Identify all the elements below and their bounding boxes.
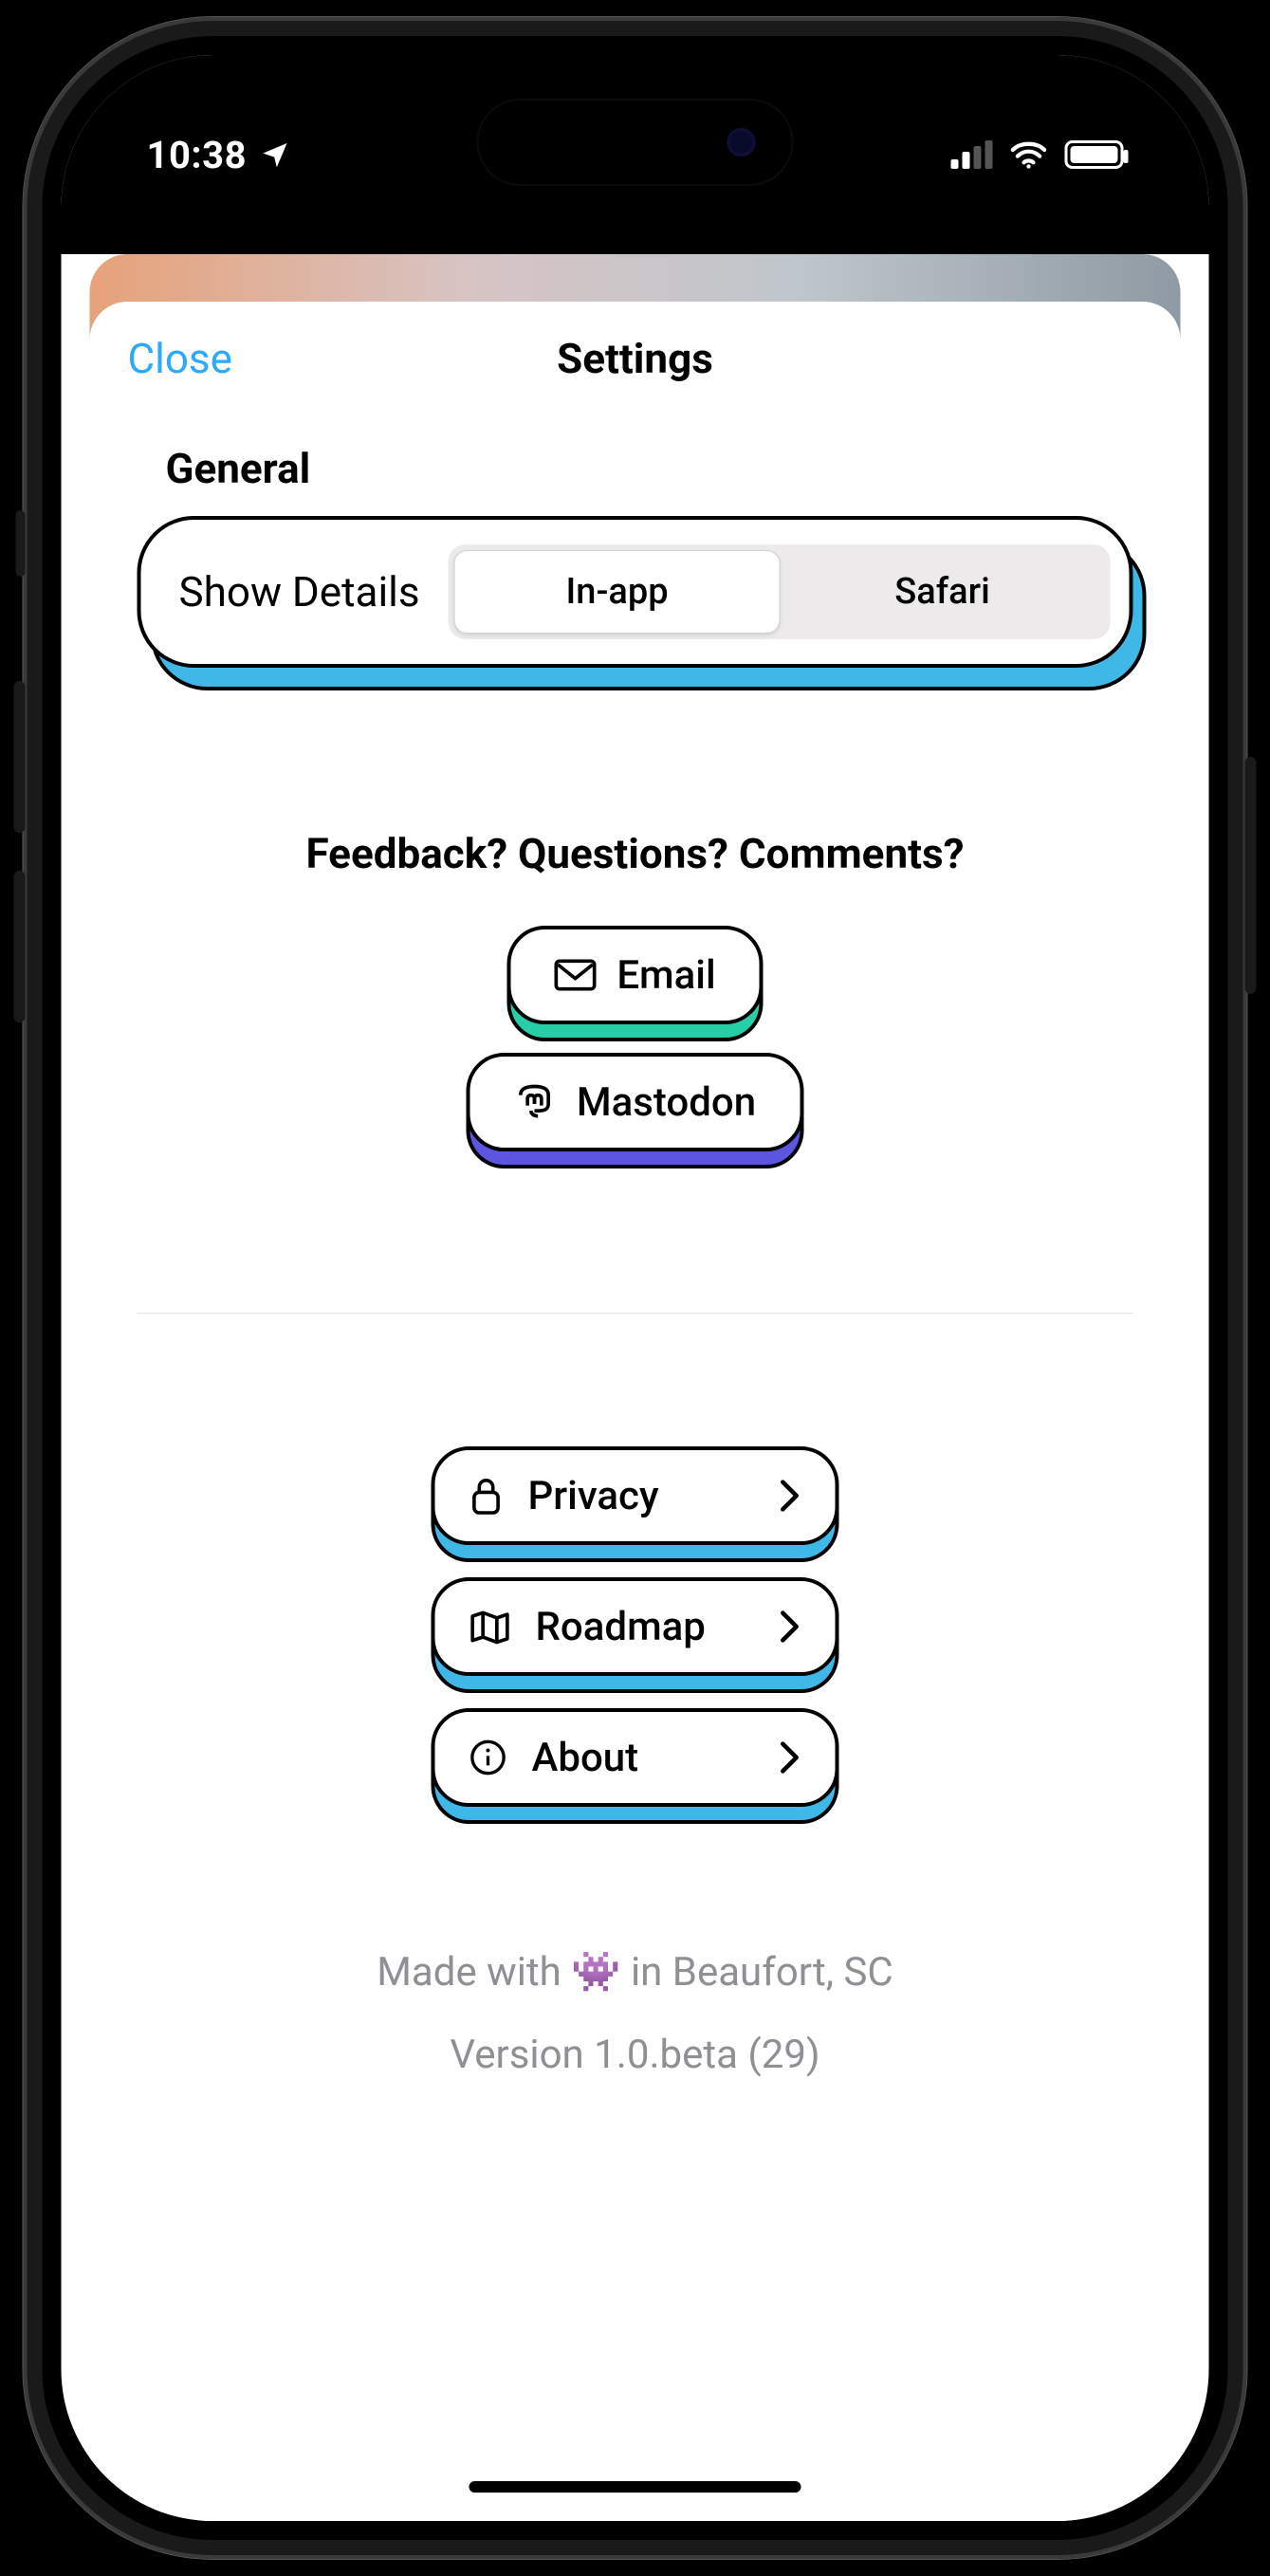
show-details-label: Show Details (179, 567, 420, 616)
chevron-right-icon (779, 1479, 801, 1513)
dynamic-island (479, 101, 792, 184)
info-icon (469, 1739, 507, 1776)
close-button[interactable]: Close (128, 334, 232, 383)
home-indicator[interactable] (469, 2481, 801, 2493)
section-general-heading: General (166, 444, 1181, 493)
roadmap-button[interactable]: Roadmap (432, 1577, 839, 1676)
front-camera (727, 128, 756, 156)
mastodon-button[interactable]: Mastodon (467, 1053, 803, 1151)
about-label: About (532, 1735, 639, 1781)
mastodon-icon (514, 1081, 556, 1123)
map-icon (469, 1608, 511, 1646)
device-frame: 10:38 (0, 0, 1270, 2576)
wifi-icon (1010, 140, 1048, 169)
version-line: Version 1.0.beta (29) (90, 2032, 1181, 2078)
status-time: 10:38 (147, 133, 248, 177)
privacy-label: Privacy (528, 1473, 659, 1519)
volume-down-button[interactable] (14, 871, 26, 1022)
segment-in-app[interactable]: In-app (454, 550, 781, 634)
segment-safari[interactable]: Safari (781, 550, 1105, 634)
power-button[interactable] (1245, 757, 1257, 994)
battery-icon (1065, 140, 1124, 169)
chevron-right-icon (779, 1740, 801, 1775)
screen: 10:38 (62, 55, 1209, 2521)
phone-inner-bezel: 10:38 (43, 36, 1228, 2540)
made-with-line: Made with 👾 in Beaufort, SC (90, 1949, 1181, 1996)
nav-bar: Close Settings (90, 302, 1181, 415)
location-icon (260, 139, 290, 170)
show-details-segmented-control[interactable]: In-app Safari (449, 544, 1111, 639)
privacy-button[interactable]: Privacy (432, 1446, 839, 1545)
phone-outer-bezel: 10:38 (24, 17, 1247, 2559)
about-button[interactable]: About (432, 1708, 839, 1807)
show-details-row: Show Details In-app Safari (138, 516, 1133, 668)
page-title: Settings (557, 334, 713, 383)
feedback-heading: Feedback? Questions? Comments? (90, 829, 1181, 878)
nav-links: Privacy (90, 1446, 1181, 1807)
space-invader-icon: 👾 (571, 1949, 620, 1996)
lock-icon (469, 1475, 504, 1517)
chevron-right-icon (779, 1610, 801, 1644)
feedback-buttons: Email (90, 926, 1181, 1151)
footer: Made with 👾 in Beaufort, SC Version 1.0.… (90, 1949, 1181, 2078)
email-button-label: Email (617, 952, 715, 999)
cellular-signal-icon (951, 140, 993, 169)
roadmap-label: Roadmap (536, 1604, 706, 1650)
envelope-icon (554, 959, 596, 991)
mute-switch[interactable] (16, 510, 26, 577)
mastodon-button-label: Mastodon (577, 1079, 756, 1126)
settings-sheet: Close Settings General Show Details In-a… (90, 302, 1181, 2521)
volume-up-button[interactable] (14, 681, 26, 833)
email-button[interactable]: Email (506, 926, 763, 1024)
divider (138, 1313, 1133, 1314)
